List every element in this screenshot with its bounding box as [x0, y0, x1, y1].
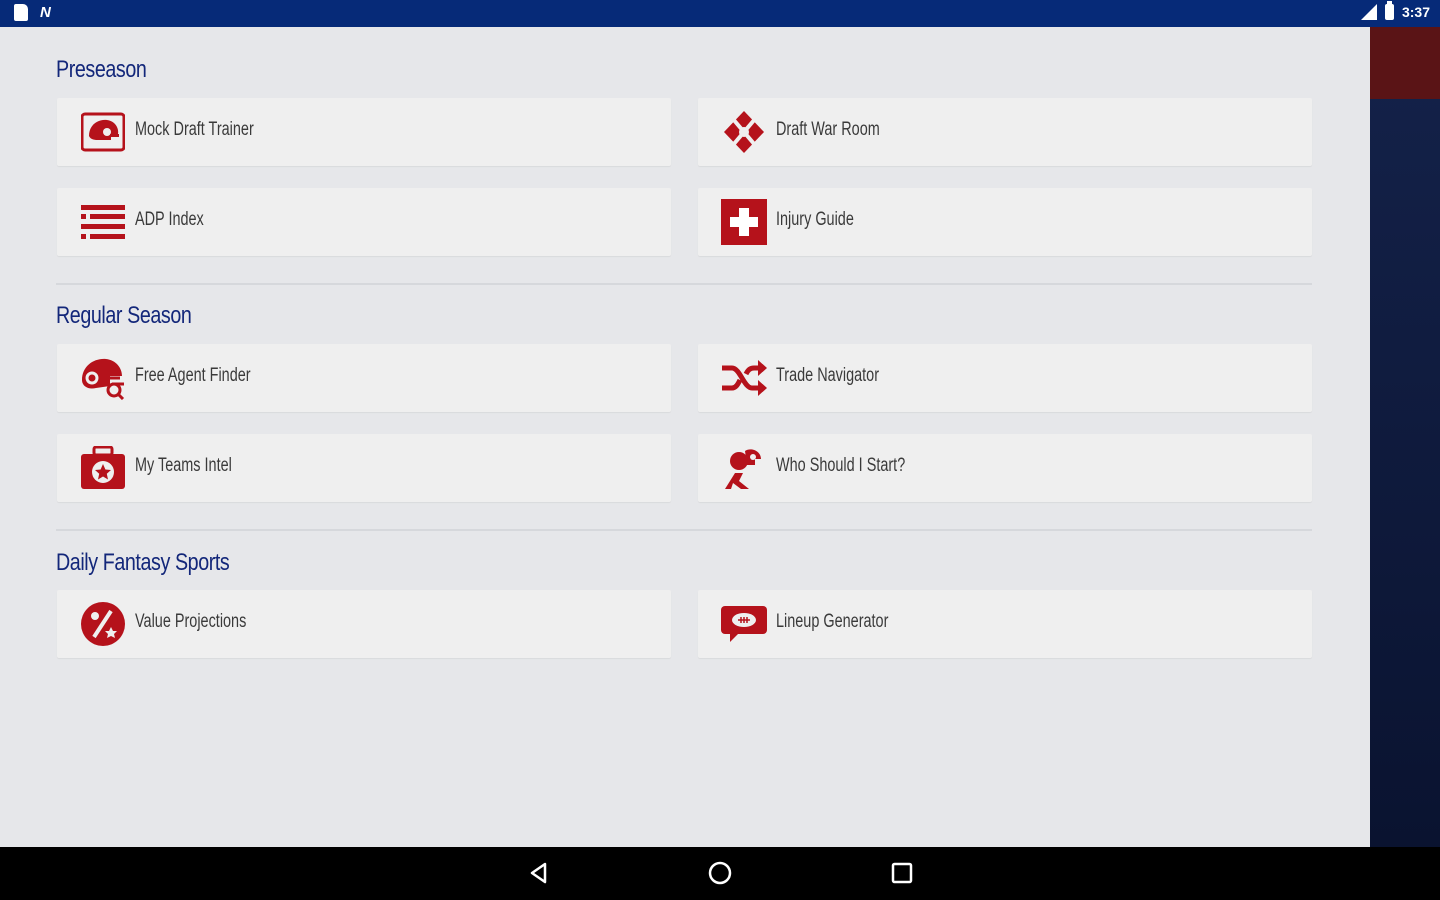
tile-draft-war-room[interactable]: Draft War Room: [698, 98, 1312, 166]
crossed-swords-icon: [720, 108, 768, 156]
sd-card-icon: [14, 4, 28, 21]
list-lines-icon: [79, 198, 127, 246]
tile-label: Trade Navigator: [776, 365, 880, 386]
tile-adp-index[interactable]: ADP Index: [57, 188, 671, 256]
status-time: 3:37: [1401, 4, 1430, 20]
tile-label: Draft War Room: [776, 119, 880, 140]
tile-my-teams-intel[interactable]: My Teams Intel: [57, 434, 671, 502]
helmet-search-icon: [79, 354, 127, 402]
section-divider: [56, 283, 1312, 285]
tile-value-projections[interactable]: Value Projections: [57, 590, 671, 658]
tile-label: Value Projections: [135, 611, 247, 632]
helmet-icon: [79, 108, 127, 156]
medical-cross-icon: [720, 198, 768, 246]
section-divider: [56, 529, 1312, 531]
tile-mock-draft-trainer[interactable]: Mock Draft Trainer: [57, 98, 671, 166]
tile-label: Lineup Generator: [776, 611, 889, 632]
tile-label: Mock Draft Trainer: [135, 119, 254, 140]
player-helmet-icon: [720, 444, 768, 492]
tile-label: Free Agent Finder: [135, 365, 251, 386]
section-title-daily-fantasy-sports: Daily Fantasy Sports: [56, 549, 230, 576]
briefcase-star-icon: [79, 444, 127, 492]
tile-injury-guide[interactable]: Injury Guide: [698, 188, 1312, 256]
home-icon: [708, 861, 732, 885]
signal-icon: [1360, 4, 1377, 20]
football-chat-icon: [720, 600, 768, 648]
tile-label: ADP Index: [135, 209, 204, 230]
status-bar: N 3:37: [0, 0, 1440, 27]
tile-who-should-i-start[interactable]: Who Should I Start?: [698, 434, 1312, 502]
side-panel-accent: [1370, 27, 1440, 99]
tile-label: Who Should I Start?: [776, 455, 906, 476]
section-title-preseason: Preseason: [56, 56, 147, 83]
recents-icon: [891, 862, 913, 884]
back-button[interactable]: [525, 859, 553, 887]
back-icon: [530, 862, 547, 884]
tile-label: Injury Guide: [776, 209, 854, 230]
battery-icon: [1384, 1, 1394, 20]
shuffle-arrows-icon: [720, 354, 768, 402]
main-content: Preseason Mock Draft Trainer Draft War R…: [0, 27, 1370, 847]
recents-button[interactable]: [888, 859, 916, 887]
navigation-bar: [0, 847, 1440, 900]
side-panel: [1370, 27, 1440, 847]
section-title-regular-season: Regular Season: [56, 302, 192, 329]
tile-free-agent-finder[interactable]: Free Agent Finder: [57, 344, 671, 412]
percent-icon: [79, 600, 127, 648]
tile-trade-navigator[interactable]: Trade Navigator: [698, 344, 1312, 412]
tile-label: My Teams Intel: [135, 455, 232, 476]
home-button[interactable]: [706, 859, 734, 887]
nfc-icon: N: [40, 4, 51, 21]
tile-lineup-generator[interactable]: Lineup Generator: [698, 590, 1312, 658]
